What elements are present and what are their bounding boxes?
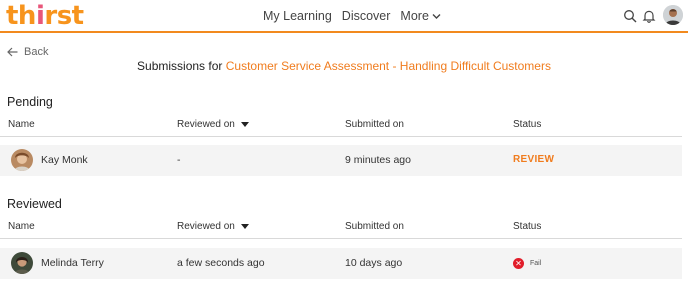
- row-name: Melinda Terry: [41, 257, 104, 269]
- col-reviewed-on-label: Reviewed on: [177, 221, 235, 232]
- nav-item-my-learning[interactable]: My Learning: [263, 9, 332, 23]
- sort-desc-icon: [240, 223, 249, 229]
- status-badge: ✕ Fail: [513, 258, 541, 269]
- chevron-down-icon: [432, 13, 441, 19]
- sort-desc-icon: [240, 121, 249, 127]
- logo-text-part: th: [6, 1, 36, 31]
- avatar-image: [11, 149, 33, 171]
- title-prefix: Submissions for: [137, 59, 223, 73]
- close-circle-icon: ✕: [513, 258, 524, 269]
- back-label: Back: [24, 46, 49, 58]
- table-row[interactable]: Kay Monk - 9 minutes ago REVIEW: [0, 145, 682, 176]
- pending-heading: Pending: [7, 95, 53, 109]
- nav-item-more[interactable]: More: [400, 9, 441, 23]
- review-link[interactable]: REVIEW: [513, 154, 554, 165]
- row-name: Kay Monk: [41, 154, 88, 166]
- user-avatar-image: [663, 5, 683, 25]
- row-submitted-on: 10 days ago: [345, 257, 403, 269]
- reviewed-heading: Reviewed: [7, 197, 62, 211]
- logo-text-part: rst: [44, 1, 84, 31]
- nav-item-more-label: More: [400, 9, 429, 23]
- col-reviewed-on[interactable]: Reviewed on: [177, 221, 249, 232]
- col-submitted-on: Submitted on: [345, 119, 404, 130]
- avatar-image: [11, 252, 33, 274]
- bell-icon[interactable]: [642, 9, 656, 23]
- col-submitted-on: Submitted on: [345, 221, 404, 232]
- main-nav: My Learning Discover More: [263, 9, 441, 23]
- pending-table-header: Name Reviewed on Submitted on Status: [0, 113, 682, 137]
- row-submitted-on: 9 minutes ago: [345, 154, 411, 166]
- table-row[interactable]: Melinda Terry a few seconds ago 10 days …: [0, 248, 682, 279]
- reviewed-table-header: Name Reviewed on Submitted on Status: [0, 215, 682, 239]
- col-name: Name: [8, 119, 35, 130]
- arrow-left-icon: [7, 47, 18, 57]
- search-icon[interactable]: [623, 9, 637, 23]
- nav-item-discover[interactable]: Discover: [342, 9, 391, 23]
- user-avatar[interactable]: [663, 5, 683, 25]
- status-text: Fail: [530, 260, 542, 267]
- col-status: Status: [513, 119, 542, 130]
- col-name: Name: [8, 221, 35, 232]
- col-reviewed-on-label: Reviewed on: [177, 119, 235, 130]
- back-link[interactable]: Back: [7, 46, 48, 58]
- course-name-link[interactable]: Customer Service Assessment - Handling D…: [226, 59, 551, 73]
- avatar: [11, 149, 33, 171]
- col-reviewed-on[interactable]: Reviewed on: [177, 119, 249, 130]
- page-title: Submissions for Customer Service Assessm…: [0, 59, 688, 73]
- row-reviewed-on: -: [177, 154, 181, 166]
- thirst-logo[interactable]: thirst: [6, 1, 84, 31]
- col-status: Status: [513, 221, 542, 232]
- row-reviewed-on: a few seconds ago: [177, 257, 265, 269]
- top-bar: thirst My Learning Discover More: [0, 0, 688, 33]
- avatar: [11, 252, 33, 274]
